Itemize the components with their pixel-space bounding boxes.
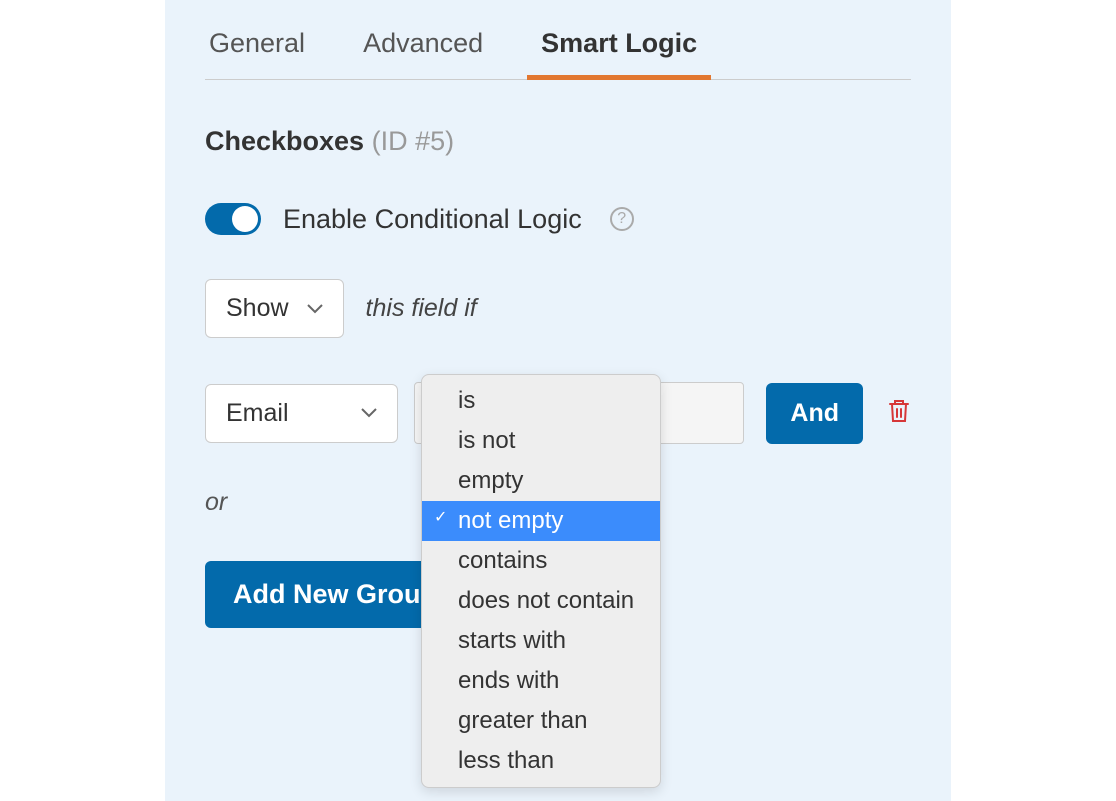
condition-row: Email And isis notemptynot emptycontains… [205,382,911,444]
operator-option[interactable]: is not [422,421,660,461]
tab-general[interactable]: General [205,16,309,79]
field-select-value: Email [226,399,289,428]
operator-option[interactable]: starts with [422,621,660,661]
smart-logic-panel: General Advanced Smart Logic Checkboxes … [165,0,951,801]
operator-option[interactable]: less than [422,741,660,781]
tabs-bar: General Advanced Smart Logic [205,0,911,80]
conditional-logic-label: Enable Conditional Logic [283,204,582,235]
tab-smart-logic[interactable]: Smart Logic [537,16,701,79]
operator-option[interactable]: ends with [422,661,660,701]
operator-option[interactable]: does not contain [422,581,660,621]
field-id: (ID #5) [372,126,455,156]
field-title: Checkboxes (ID #5) [205,126,911,157]
delete-rule-button[interactable] [879,398,911,429]
operator-option[interactable]: contains [422,541,660,581]
action-row: Show this field if [205,279,911,338]
operator-option[interactable]: is [422,381,660,421]
action-hint: this field if [366,294,477,323]
action-select-value: Show [226,294,289,323]
operator-dropdown[interactable]: isis notemptynot emptycontainsdoes not c… [421,374,661,788]
operator-option[interactable]: not empty [422,501,660,541]
enable-conditional-row: Enable Conditional Logic ? [205,203,911,235]
tab-advanced[interactable]: Advanced [359,16,487,79]
chevron-down-icon [361,408,377,418]
operator-option[interactable]: greater than [422,701,660,741]
field-select[interactable]: Email [205,384,398,443]
action-select[interactable]: Show [205,279,344,338]
toggle-knob [232,206,258,232]
trash-icon [887,398,911,424]
field-label: Checkboxes [205,126,364,156]
operator-option[interactable]: empty [422,461,660,501]
and-button[interactable]: And [766,383,863,444]
help-icon[interactable]: ? [610,207,634,231]
chevron-down-icon [307,304,323,314]
conditional-logic-toggle[interactable] [205,203,261,235]
